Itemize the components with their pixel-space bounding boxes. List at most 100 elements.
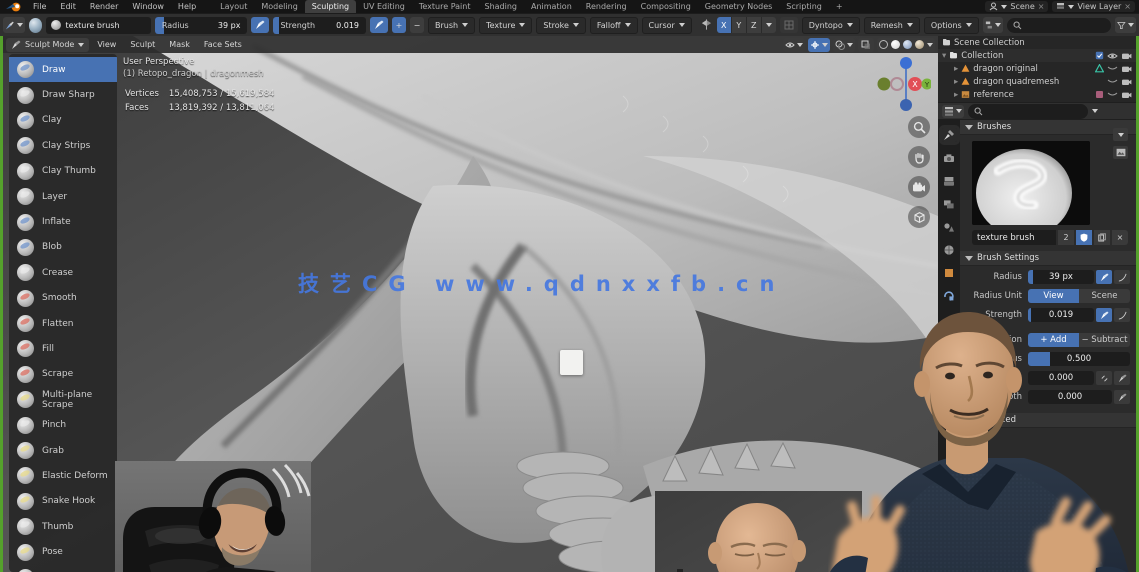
brush-preview-swatch[interactable] <box>28 17 43 33</box>
navigation-gizmo[interactable]: X Y <box>871 54 931 114</box>
menu-face-sets[interactable]: Face Sets <box>198 36 248 53</box>
symmetry-options-button[interactable] <box>761 17 776 33</box>
radius-pressure-button[interactable] <box>1096 270 1112 284</box>
tool-inflate[interactable]: Inflate <box>9 209 117 234</box>
tool-multiplane-scrape[interactable]: Multi-plane Scrape <box>9 387 117 412</box>
perspective-toggle-button[interactable] <box>908 206 930 228</box>
tool-blob[interactable]: Blob <box>9 235 117 260</box>
tool-draw-sharp[interactable]: Draw Sharp <box>9 82 117 107</box>
overlays-toggle-button[interactable] <box>833 37 855 52</box>
strength-pressure-button[interactable] <box>370 17 388 33</box>
remesh-dropdown[interactable]: Remesh <box>863 16 920 34</box>
menu-help[interactable]: Help <box>171 0 203 13</box>
camera-restrict-icon[interactable] <box>1121 65 1132 73</box>
tool-clay-strips[interactable]: Clay Strips <box>9 133 117 158</box>
outliner-search-input[interactable] <box>1025 20 1106 30</box>
radius-unit-view-button[interactable]: View <box>1028 289 1079 303</box>
zoom-button[interactable] <box>908 116 930 138</box>
rendered-shading-icon[interactable] <box>915 40 924 49</box>
tool-nudge[interactable]: Nudge <box>9 565 117 572</box>
tab-modifier-icon[interactable] <box>942 289 957 303</box>
outliner-item-dragon-original[interactable]: ▸ dragon original <box>938 62 1136 75</box>
scene-selector[interactable]: Scene × <box>985 1 1049 12</box>
tab-rendering[interactable]: Rendering <box>579 0 634 13</box>
view-layer-selector[interactable]: View Layer × <box>1052 1 1135 12</box>
mode-selector[interactable]: Sculpt Mode <box>6 37 90 52</box>
outliner-display-mode-button[interactable] <box>982 17 1004 33</box>
menu-mask[interactable]: Mask <box>163 36 196 53</box>
menu-window[interactable]: Window <box>125 0 171 13</box>
eye-closed-icon[interactable] <box>1107 65 1118 72</box>
tab-viewlayer-icon[interactable] <box>942 197 957 211</box>
tab-geometry-nodes[interactable]: Geometry Nodes <box>698 0 779 13</box>
brush-preview-photo-button[interactable] <box>1113 146 1128 159</box>
tool-snake-hook[interactable]: Snake Hook <box>9 489 117 514</box>
outliner-filter-button[interactable] <box>1115 17 1136 33</box>
solid-shading-icon[interactable] <box>891 40 900 49</box>
tab-layout[interactable]: Layout <box>213 0 254 13</box>
direction-add-button[interactable]: + <box>392 17 406 33</box>
scene-unlink-icon[interactable]: × <box>1038 2 1045 11</box>
menu-file[interactable]: File <box>26 0 53 13</box>
eye-closed-icon[interactable] <box>1107 91 1118 98</box>
checkbox-icon[interactable] <box>1095 51 1104 60</box>
tool-layer[interactable]: Layer <box>9 184 117 209</box>
radius-unit-scene-button[interactable]: Scene <box>1079 289 1130 303</box>
tool-elastic-deform[interactable]: Elastic Deform <box>9 463 117 488</box>
tool-flatten[interactable]: Flatten <box>9 311 117 336</box>
outliner-item-dragon-quadremesh[interactable]: ▸ dragon quadremesh <box>938 75 1136 88</box>
tool-smooth[interactable]: Smooth <box>9 286 117 311</box>
tab-output-icon[interactable] <box>942 174 957 188</box>
tab-compositing[interactable]: Compositing <box>634 0 698 13</box>
view-layer-unlink-icon[interactable]: × <box>1124 2 1131 11</box>
fake-user-shield-button[interactable] <box>1076 230 1092 245</box>
tool-clay-thumb[interactable]: Clay Thumb <box>9 159 117 184</box>
brush-settings-panel-header[interactable]: Brush Settings <box>960 251 1136 266</box>
add-workspace-button[interactable]: + <box>829 0 850 13</box>
tab-world-icon[interactable] <box>942 243 957 257</box>
strength-slider[interactable]: Strength 0.019 <box>273 16 366 34</box>
tab-object-icon[interactable] <box>942 266 957 280</box>
tool-fill[interactable]: Fill <box>9 336 117 361</box>
tab-animation[interactable]: Animation <box>524 0 579 13</box>
outliner-collection[interactable]: ▾ Collection <box>938 49 1136 62</box>
dyntopo-dropdown[interactable]: Dyntopo <box>801 16 860 34</box>
tab-shading[interactable]: Shading <box>477 0 524 13</box>
outliner-scene-collection[interactable]: Scene Collection <box>938 36 1136 49</box>
eye-icon[interactable] <box>1107 52 1118 60</box>
brush-users-count[interactable]: 2 <box>1058 230 1074 245</box>
brush-name-input[interactable]: texture brush <box>972 230 1056 245</box>
camera-view-button[interactable] <box>908 176 930 198</box>
brushes-panel-header[interactable]: Brushes <box>960 120 1136 135</box>
tool-pinch[interactable]: Pinch <box>9 412 117 437</box>
properties-search[interactable] <box>968 103 1088 119</box>
cursor-dropdown[interactable]: Cursor <box>641 16 692 34</box>
tool-pose[interactable]: Pose <box>9 539 117 564</box>
eye-closed-icon[interactable] <box>1107 78 1118 85</box>
pan-button[interactable] <box>908 146 930 168</box>
menu-view[interactable]: View <box>91 36 122 53</box>
tab-scripting[interactable]: Scripting <box>779 0 829 13</box>
symmetry-y-button[interactable]: Y <box>731 17 747 33</box>
symmetry-z-button[interactable]: Z <box>746 17 762 33</box>
texture-dropdown[interactable]: Texture <box>479 16 533 34</box>
tab-render-icon[interactable] <box>942 151 957 165</box>
object-visibility-button[interactable] <box>783 37 805 52</box>
menu-edit[interactable]: Edit <box>53 0 83 13</box>
tool-draw[interactable]: Draw <box>9 57 117 83</box>
camera-restrict-icon[interactable] <box>1121 91 1132 99</box>
radius-value-slider[interactable]: 39 px <box>1028 270 1094 284</box>
tab-tool-icon[interactable] <box>938 125 960 145</box>
radius-pressure-button[interactable] <box>251 17 270 33</box>
gizmos-toggle-button[interactable] <box>808 37 830 52</box>
tab-modeling[interactable]: Modeling <box>254 0 304 13</box>
symmetry-x-button[interactable]: X <box>716 17 732 33</box>
radius-slider[interactable]: Radius 39 px <box>154 16 248 34</box>
falloff-dropdown[interactable]: Falloff <box>589 16 638 34</box>
tool-crease[interactable]: Crease <box>9 260 117 285</box>
brush-name-field[interactable]: texture brush <box>46 16 151 34</box>
radius-falloff-button[interactable] <box>1114 270 1130 284</box>
direction-subtract-button[interactable]: − <box>410 17 424 33</box>
brush-preview-image[interactable] <box>972 141 1090 225</box>
tab-texture-paint[interactable]: Texture Paint <box>412 0 478 13</box>
